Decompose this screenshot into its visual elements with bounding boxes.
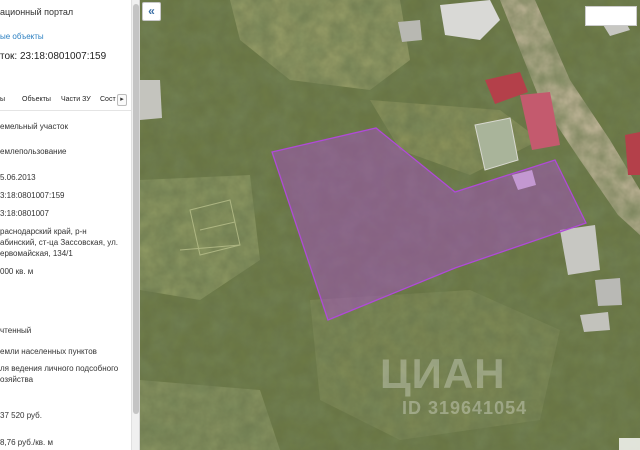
tab-bar: ы Объекты Части ЗУ Сост ▸ <box>0 94 131 108</box>
field-cadastral-quarter: 3:18:0801007 <box>0 209 49 218</box>
field-ownership-form: емлепользование <box>0 147 67 156</box>
field-registration-date: 5.06.2013 <box>0 173 36 182</box>
collapse-panel-button[interactable]: « <box>142 2 161 21</box>
field-address-line-2: абинский, ст-ца Зассовская, ул. <box>0 238 118 247</box>
nearby-objects-link[interactable]: ые объекты <box>0 32 44 41</box>
field-permitted-use-line-2: озяйства <box>0 375 34 384</box>
tab-parts[interactable]: Части ЗУ <box>61 96 91 103</box>
parcel-title: ток: 23:18:0801007:159 <box>0 51 107 62</box>
field-area: 000 кв. м <box>0 267 34 276</box>
panel-scrollbar-thumb[interactable] <box>133 4 139 414</box>
panel-scrollbar[interactable] <box>131 0 139 450</box>
field-address-line-3: ервомайская, 134/1 <box>0 249 73 258</box>
tab-info[interactable]: ы <box>0 96 5 103</box>
tab-state[interactable]: Сост <box>100 96 116 103</box>
field-permitted-use-line-1: ля ведения личного подсобного <box>0 364 119 373</box>
tab-objects[interactable]: Объекты <box>22 96 51 103</box>
field-cadastral-number: 3:18:0801007:159 <box>0 191 65 200</box>
watermark-id: ID 319641054 <box>402 398 528 418</box>
field-address-line-1: раснодарский край, р-н <box>0 227 87 236</box>
field-cadastral-value: 37 520 руб. <box>0 411 42 420</box>
watermark-brand: ЦИАН <box>380 350 506 397</box>
field-status: чтенный <box>0 326 32 335</box>
map-scale-box <box>619 438 640 450</box>
info-panel: ационный портал ые объекты ток: 23:18:08… <box>0 0 140 450</box>
tabs-scroll-right-button[interactable]: ▸ <box>117 94 127 106</box>
map-search-field[interactable] <box>585 6 637 26</box>
field-land-category: емли населенных пунктов <box>0 347 97 356</box>
portal-title: ационный портал <box>0 7 74 17</box>
field-object-type: емельный участок <box>0 122 68 131</box>
tabs-divider <box>0 110 131 111</box>
field-specific-value: 8,76 руб./кв. м <box>0 438 53 447</box>
